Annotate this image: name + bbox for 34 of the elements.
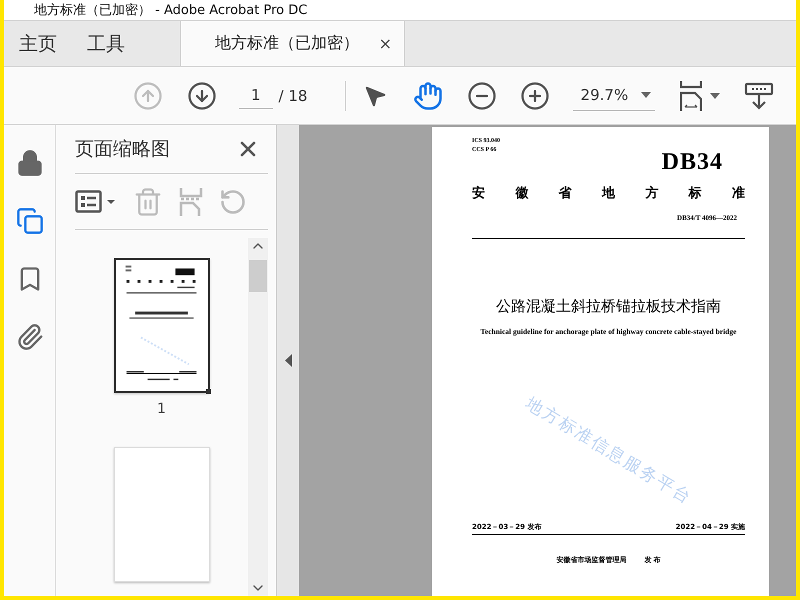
trash-icon (133, 186, 163, 216)
page-number-field[interactable]: 1 (239, 82, 273, 109)
scrollbar[interactable] (248, 238, 268, 596)
caret-icon (641, 92, 652, 98)
undo-icon (219, 188, 247, 216)
thumbnail-options-icon (75, 190, 117, 214)
page-label: 1 (157, 401, 166, 417)
hand-icon (413, 80, 444, 110)
window-title: 地方标准（已加密） - Adobe Acrobat Pro DC (34, 2, 308, 19)
zoom-in-icon (520, 80, 550, 110)
paperclip-icon (16, 323, 44, 351)
left-triangle-icon (284, 354, 292, 367)
zoom-out-icon (466, 80, 497, 110)
caret-icon (710, 92, 720, 98)
page-count: / 18 (278, 86, 308, 104)
panel-title: 页面缩略图 (75, 137, 170, 162)
document-title: 公路混凝土斜拉桥锚拉板技术指南 (496, 297, 721, 316)
standard-category: 安徽省地方标准 (472, 184, 745, 202)
close-tab-button[interactable]: × (378, 34, 392, 53)
scroll-thumb[interactable] (249, 260, 267, 292)
standard-logo: DB34 (662, 149, 723, 175)
lock-icon (16, 149, 44, 177)
pages-icon (16, 207, 44, 235)
document-watermark: 地方标准信息服务平台 (522, 392, 696, 510)
zoom-dropdown[interactable]: 29.7% (572, 80, 656, 110)
insert-pages-icon (179, 188, 203, 216)
scroll-mode-icon (744, 80, 774, 110)
nav-tab[interactable]: 主页 (4, 21, 72, 66)
nav-tab[interactable]: 工具 (72, 21, 140, 66)
resize-handle[interactable] (206, 389, 210, 394)
document-tab-label: 地方标准（已加密） (215, 33, 359, 54)
fit-page-icon (680, 80, 702, 110)
fit-page-button[interactable] (679, 78, 722, 112)
document-tab[interactable]: 地方标准（已加密） × (180, 21, 405, 66)
